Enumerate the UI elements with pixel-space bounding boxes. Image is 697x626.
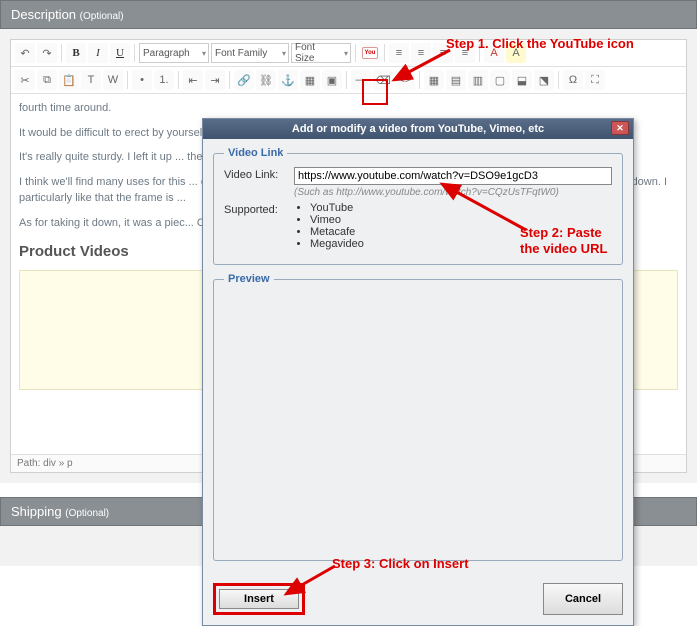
table-split-icon[interactable]: ⬔ [534, 70, 554, 90]
outdent-icon[interactable]: ⇤ [183, 70, 203, 90]
table-row-icon[interactable]: ▤ [446, 70, 466, 90]
dialog-button-row: Insert Cancel [203, 577, 633, 625]
text-color-icon[interactable]: A [484, 43, 504, 63]
cancel-button[interactable]: Cancel [543, 583, 623, 615]
table-col-icon[interactable]: ▥ [468, 70, 488, 90]
separator [558, 71, 559, 89]
separator [355, 44, 356, 62]
preview-legend: Preview [224, 273, 274, 285]
font-family-select[interactable]: Font Family [211, 43, 289, 63]
youtube-icon[interactable] [360, 43, 380, 63]
shipping-title: Shipping [11, 504, 62, 519]
separator [419, 71, 420, 89]
align-left-icon[interactable]: ≡ [389, 43, 409, 63]
table-cell-icon[interactable]: ▢ [490, 70, 510, 90]
font-size-select[interactable]: Font Size [291, 43, 351, 63]
separator [346, 71, 347, 89]
video-link-hint: (Such as http://www.youtube.com/watch?v=… [294, 187, 612, 198]
list-item: YouTube [310, 202, 612, 214]
toolbar-row-1: ↶ ↷ B I U Paragraph Font Family Font Siz… [11, 40, 686, 67]
video-link-fieldset: Video Link Video Link: (Such as http://w… [213, 147, 623, 265]
indent-icon[interactable]: ⇥ [205, 70, 225, 90]
number-list-icon[interactable]: 1. [154, 70, 174, 90]
separator [127, 71, 128, 89]
separator [384, 44, 385, 62]
separator [134, 44, 135, 62]
paste-word-icon[interactable]: W [103, 70, 123, 90]
insert-button[interactable]: Insert [219, 589, 299, 609]
list-item: Vimeo [310, 214, 612, 226]
video-link-legend: Video Link [224, 147, 287, 159]
description-title: Description [11, 7, 76, 22]
close-icon[interactable]: ✕ [611, 121, 629, 135]
bold-button[interactable]: B [66, 43, 86, 63]
table-icon[interactable]: ▦ [424, 70, 444, 90]
list-item: Metacafe [310, 226, 612, 238]
dialog-titlebar[interactable]: Add or modify a video from YouTube, Vime… [203, 119, 633, 139]
fullscreen-icon[interactable]: ⛶ [585, 70, 605, 90]
align-right-icon[interactable]: ≡ [433, 43, 453, 63]
link-icon[interactable]: 🔗 [234, 70, 254, 90]
redo-icon[interactable]: ↷ [37, 43, 57, 63]
paragraph: fourth time around. [19, 100, 678, 117]
video-dialog: Add or modify a video from YouTube, Vime… [202, 118, 634, 626]
insert-button-highlight: Insert [213, 583, 305, 615]
align-center-icon[interactable]: ≡ [411, 43, 431, 63]
toolbar-row-2: ✂ ⧉ 📋 T W • 1. ⇤ ⇥ 🔗 ⛓ ⚓ ▦ ▣ — ⌫ <> ▦ ▤ … [11, 67, 686, 94]
bullet-list-icon[interactable]: • [132, 70, 152, 90]
image-icon[interactable]: ▦ [300, 70, 320, 90]
cut-icon[interactable]: ✂ [15, 70, 35, 90]
dialog-body: Video Link Video Link: (Such as http://w… [203, 139, 633, 577]
unlink-icon[interactable]: ⛓ [256, 70, 276, 90]
hr-icon[interactable]: — [351, 70, 371, 90]
video-link-input[interactable] [294, 167, 612, 185]
paste-text-icon[interactable]: T [81, 70, 101, 90]
media-icon[interactable]: ▣ [322, 70, 342, 90]
list-item: Megavideo [310, 238, 612, 250]
shipping-optional: (Optional) [65, 508, 109, 519]
dialog-title-text: Add or modify a video from YouTube, Vime… [292, 123, 544, 135]
html-icon[interactable]: <> [395, 70, 415, 90]
copy-icon[interactable]: ⧉ [37, 70, 57, 90]
special-char-icon[interactable]: Ω [563, 70, 583, 90]
italic-button[interactable]: I [88, 43, 108, 63]
paste-icon[interactable]: 📋 [59, 70, 79, 90]
clear-format-icon[interactable]: ⌫ [373, 70, 393, 90]
description-section-header: Description (Optional) [0, 0, 697, 29]
separator [178, 71, 179, 89]
align-justify-icon[interactable]: ≡ [455, 43, 475, 63]
bg-color-icon[interactable]: A [506, 43, 526, 63]
description-optional: (Optional) [80, 11, 124, 22]
supported-label: Supported: [224, 202, 294, 216]
undo-icon[interactable]: ↶ [15, 43, 35, 63]
separator [229, 71, 230, 89]
supported-list: YouTube Vimeo Metacafe Megavideo [310, 202, 612, 250]
underline-button[interactable]: U [110, 43, 130, 63]
preview-fieldset: Preview [213, 273, 623, 561]
table-merge-icon[interactable]: ⬓ [512, 70, 532, 90]
video-link-label: Video Link: [224, 167, 294, 181]
paragraph-select[interactable]: Paragraph [139, 43, 209, 63]
separator [61, 44, 62, 62]
separator [479, 44, 480, 62]
anchor-icon[interactable]: ⚓ [278, 70, 298, 90]
